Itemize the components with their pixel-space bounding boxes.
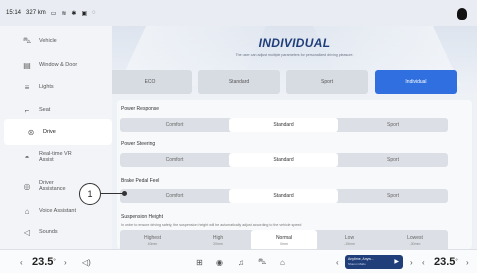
power-steering-standard[interactable]: Standard	[229, 153, 338, 167]
music-icon[interactable]: ♫	[238, 250, 244, 273]
drive-mode-selector: ECO Standard Sport Individual	[112, 70, 477, 94]
suspension-normal[interactable]: Normal 0mm	[251, 230, 317, 249]
sidebar-item-real-time-vr-assist[interactable]: ◓ Real-time VR Assist	[0, 144, 112, 170]
home-icon[interactable]: ⌂	[280, 250, 285, 273]
suspension-low[interactable]: Low -15mm	[317, 230, 382, 249]
microphone-icon: ⌂	[24, 206, 30, 216]
range-readout: 327 km	[26, 10, 46, 16]
mode-eco-button[interactable]: ECO	[112, 70, 192, 94]
sidebar-item-sounds[interactable]: ◁ Sounds	[0, 219, 112, 245]
vr-assist-icon: ◓	[24, 152, 30, 162]
page-title: INDIVIDUAL	[258, 36, 331, 50]
media-next-icon[interactable]: ›	[410, 250, 413, 273]
power-steering-comfort[interactable]: Comfort	[120, 153, 229, 167]
callout-leader-line	[101, 193, 124, 194]
right-temp-down-icon[interactable]: ‹	[422, 250, 425, 273]
light-icon: ≡	[24, 82, 30, 92]
driver-assistance-icon: ◎	[23, 181, 31, 191]
sidebar-item-drive[interactable]: ⊛ Drive	[4, 119, 112, 145]
suspension-high[interactable]: High 20mm	[185, 230, 251, 249]
sidebar-item-vehicle[interactable]: ⛍ Vehicle	[0, 28, 112, 54]
left-temp-up-icon[interactable]: ›	[64, 250, 67, 273]
car-status-icon[interactable]: ⛍	[258, 250, 266, 273]
power-response-comfort[interactable]: Comfort	[120, 118, 229, 132]
brake-pedal-sport[interactable]: Sport	[338, 189, 448, 203]
suspension-lowest[interactable]: Lowest -30mm	[382, 230, 448, 249]
car-icon: ⛍	[22, 36, 32, 45]
play-icon[interactable]: ▶	[394, 258, 399, 265]
mode-standard-button[interactable]: Standard	[198, 70, 280, 94]
clock: 15:14	[6, 10, 22, 16]
brake-pedal-feel-selector: Comfort Standard Sport	[120, 189, 448, 203]
wifi-icon: ≋	[61, 10, 67, 17]
suspension-height-selector: Highest 40mm High 20mm Normal 0mm Low -1…	[120, 230, 448, 249]
callout-leader-dot	[122, 191, 127, 196]
apps-grid-icon[interactable]: ⊞	[196, 250, 203, 273]
brake-pedal-feel-title: Brake Pedal Feel	[121, 178, 160, 184]
right-climate-temp[interactable]: 23.5 °	[434, 250, 458, 273]
steering-wheel-icon: ⊛	[27, 127, 35, 137]
mode-sport-button[interactable]: Sport	[286, 70, 368, 94]
speaker-icon: ◁	[23, 227, 31, 237]
cast-icon: ▣	[81, 10, 88, 17]
callout-marker: 1	[79, 183, 101, 205]
media-title: Anytime, Anyw...	[348, 257, 374, 261]
suspension-height-title: Suspension Height	[121, 214, 163, 220]
bell-icon: ◌	[92, 10, 96, 16]
sidebar: ⛍ Vehicle ▤ Window & Door ≡ Lights ⌐ Sea…	[0, 26, 112, 249]
power-steering-sport[interactable]: Sport	[338, 153, 448, 167]
power-response-standard[interactable]: Standard	[229, 118, 338, 132]
status-bar: 15:14 327 km ▭ ≋ ✱ ▣ ◌	[0, 0, 477, 26]
volume-icon[interactable]: ◁)	[82, 250, 91, 273]
door-icon: ▤	[23, 60, 31, 70]
power-response-selector: Comfort Standard Sport	[120, 118, 448, 132]
main-content: INDIVIDUAL The user can adjust multiple …	[112, 26, 477, 249]
suspension-highest[interactable]: Highest 40mm	[120, 230, 185, 249]
left-temp-down-icon[interactable]: ‹	[20, 250, 23, 273]
power-steering-selector: Comfort Standard Sport	[120, 153, 448, 167]
individual-settings-panel: Power Response Comfort Standard Sport Po…	[117, 100, 472, 249]
page-subtitle: The user can adjust multiple parameters …	[235, 53, 354, 57]
seat-icon: ⌐	[24, 105, 30, 115]
media-artist: Sharon Mallo	[348, 262, 366, 266]
bottom-bar: ‹ 23.5 ° › ◁) ⊞ ◉ ♫ ⛍ ⌂ ‹ Anytime, Anyw..…	[0, 249, 477, 273]
battery-icon: ▭	[50, 10, 57, 17]
power-response-title: Power Response	[121, 106, 160, 112]
suspension-height-description: In order to ensure driving safety, the s…	[121, 223, 302, 227]
power-response-sport[interactable]: Sport	[338, 118, 448, 132]
right-temp-up-icon[interactable]: ›	[466, 250, 469, 273]
brake-pedal-standard[interactable]: Standard	[229, 189, 338, 203]
media-prev-icon[interactable]: ‹	[336, 250, 339, 273]
camera-360-icon[interactable]: ◉	[216, 250, 223, 273]
media-widget[interactable]: Anytime, Anyw... Sharon Mallo ▶	[345, 255, 403, 269]
mode-individual-button[interactable]: Individual	[375, 70, 457, 94]
left-climate-temp[interactable]: 23.5 °	[32, 250, 56, 273]
brake-pedal-comfort[interactable]: Comfort	[120, 189, 229, 203]
power-steering-title: Power Steering	[121, 141, 156, 147]
bluetooth-icon: ✱	[71, 10, 77, 17]
